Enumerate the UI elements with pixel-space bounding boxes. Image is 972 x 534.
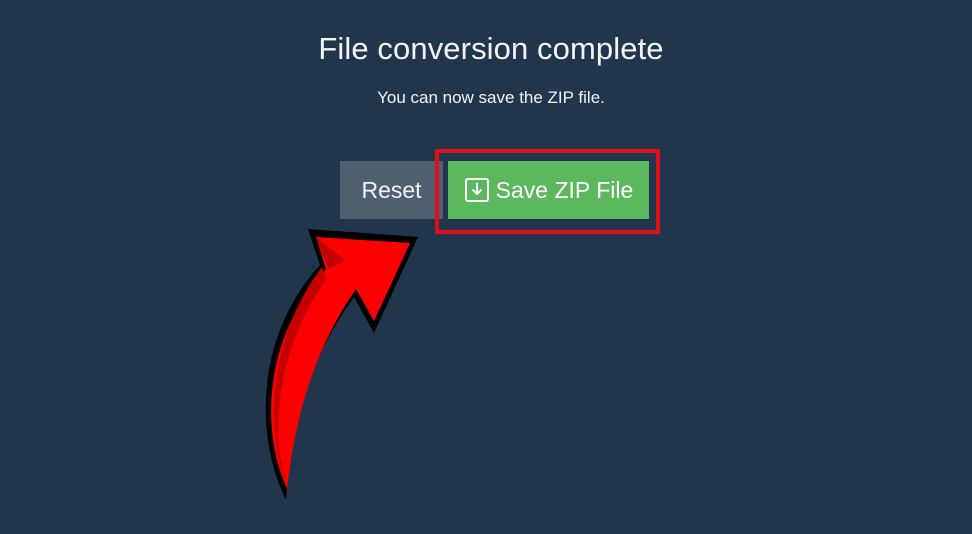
pointer-arrow [265, 229, 418, 500]
download-icon [464, 177, 490, 203]
reset-button[interactable]: Reset [340, 161, 443, 219]
page-subtitle: You can now save the ZIP file. [377, 88, 605, 107]
reset-button-label: Reset [361, 176, 422, 203]
conversion-complete-page: File conversion complete You can now sav… [0, 0, 972, 534]
save-button-label: Save ZIP File [495, 176, 634, 203]
page-title: File conversion complete [318, 31, 664, 66]
save-zip-file-button[interactable]: Save ZIP File [448, 161, 649, 219]
